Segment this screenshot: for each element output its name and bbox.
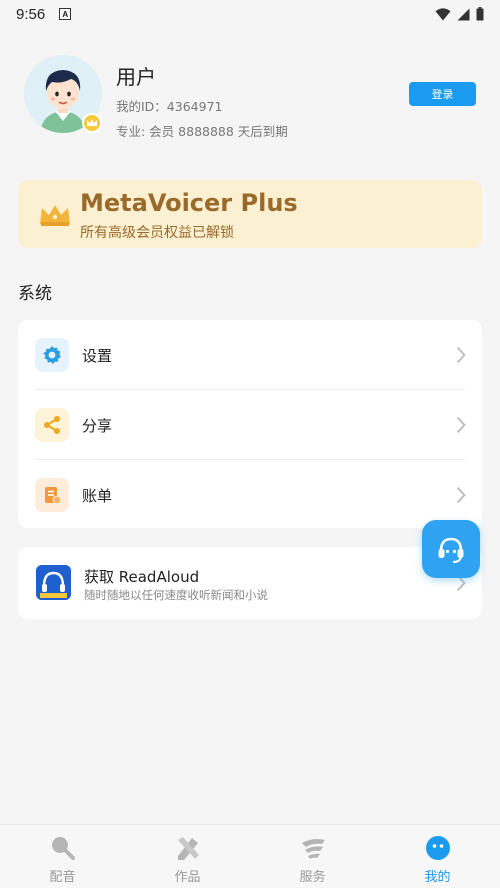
login-button[interactable]: 登录 bbox=[409, 82, 476, 106]
readaloud-promo-card[interactable]: 获取 ReadAloud 随时随地以任何速度收听新闻和小说 bbox=[18, 547, 482, 619]
user-id: 我的ID：4364971 bbox=[116, 99, 223, 114]
vip-banner[interactable]: MetaVoicer Plus 所有高级会员权益已解锁 bbox=[18, 180, 482, 248]
readaloud-app-icon bbox=[36, 565, 71, 600]
works-icon bbox=[174, 834, 202, 862]
share-row[interactable]: 分享 bbox=[18, 390, 482, 460]
battery-icon bbox=[476, 7, 484, 21]
mine-icon bbox=[424, 834, 452, 862]
signal-icon bbox=[457, 8, 470, 20]
tab-label: 我的 bbox=[424, 870, 451, 885]
promo-subtitle: 随时随地以任何速度收听新闻和小说 bbox=[84, 588, 268, 602]
chevron-right-icon bbox=[456, 346, 466, 364]
status-bar: 9:56 A bbox=[0, 0, 500, 28]
customer-support-button[interactable] bbox=[422, 520, 480, 578]
notification-icon: A bbox=[59, 8, 72, 20]
tab-label: 配音 bbox=[49, 870, 76, 885]
tab-mine[interactable]: 我的 bbox=[375, 825, 500, 888]
tab-dubbing[interactable]: 配音 bbox=[0, 825, 125, 888]
service-icon bbox=[299, 834, 327, 862]
user-name: 用户 bbox=[116, 65, 156, 89]
bill-row[interactable]: 账单 bbox=[18, 460, 482, 530]
settings-label: 设置 bbox=[82, 347, 113, 365]
headset-icon bbox=[438, 537, 464, 563]
vip-badge-icon bbox=[82, 113, 102, 133]
share-icon bbox=[35, 408, 69, 442]
settings-row[interactable]: 设置 bbox=[18, 320, 482, 390]
gear-icon bbox=[35, 338, 69, 372]
chevron-right-icon bbox=[456, 486, 466, 504]
tab-label: 服务 bbox=[299, 870, 326, 885]
status-time: 9:56 bbox=[16, 5, 46, 23]
bottom-tab-bar: 配音 作品 服务 我的 bbox=[0, 824, 500, 888]
tab-service[interactable]: 服务 bbox=[250, 825, 375, 888]
tab-works[interactable]: 作品 bbox=[125, 825, 250, 888]
chevron-right-icon bbox=[456, 416, 466, 434]
profile-header: 用户 我的ID：4364971 专业: 会员 8888888 天后到期 登录 bbox=[24, 55, 476, 139]
tab-label: 作品 bbox=[174, 870, 201, 885]
bill-icon bbox=[35, 478, 69, 512]
bill-label: 账单 bbox=[82, 487, 113, 505]
section-title-system: 系统 bbox=[18, 284, 52, 304]
promo-title: 获取 ReadAloud bbox=[84, 568, 200, 586]
dubbing-icon bbox=[49, 834, 77, 862]
vip-title: MetaVoicer Plus bbox=[80, 189, 298, 217]
status-indicators bbox=[435, 7, 484, 21]
wifi-icon bbox=[435, 7, 451, 20]
vip-subtitle: 所有高级会员权益已解锁 bbox=[80, 225, 234, 241]
crown-icon bbox=[40, 205, 70, 226]
membership-expiry: 专业: 会员 8888888 天后到期 bbox=[116, 124, 288, 139]
share-label: 分享 bbox=[82, 417, 113, 435]
system-settings-card: 设置 分享 账单 bbox=[18, 320, 482, 528]
